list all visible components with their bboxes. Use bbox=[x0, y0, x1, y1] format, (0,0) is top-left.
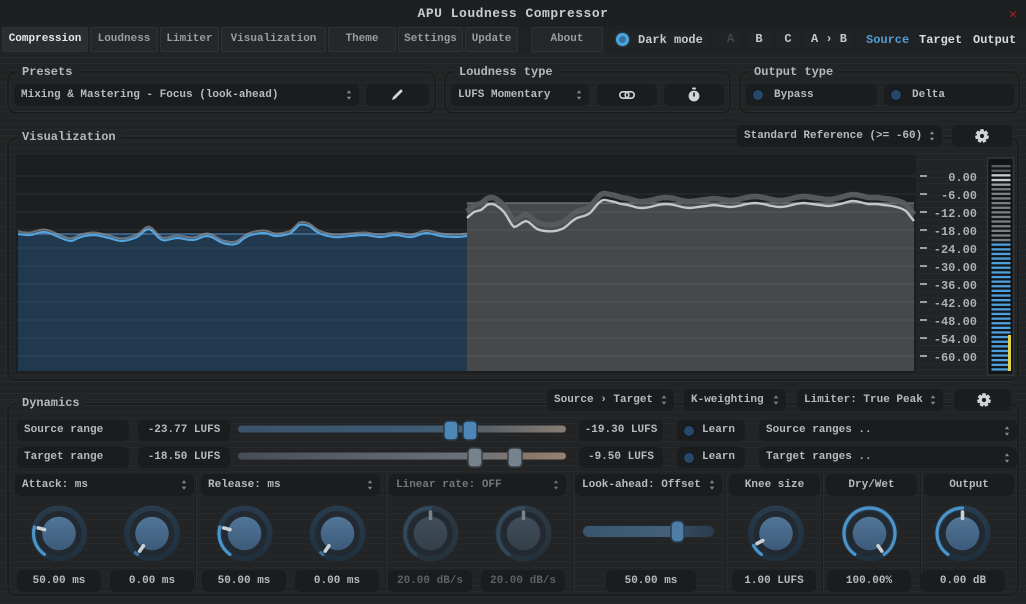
svg-text:-54.00: -54.00 bbox=[934, 333, 977, 347]
svg-text:0.00: 0.00 bbox=[948, 171, 977, 185]
svg-text:-24.00: -24.00 bbox=[934, 243, 977, 257]
svg-text:-18.00: -18.00 bbox=[934, 225, 977, 239]
svg-text:-60.00: -60.00 bbox=[934, 351, 977, 365]
svg-text:-48.00: -48.00 bbox=[934, 315, 977, 329]
svg-text:-30.00: -30.00 bbox=[934, 261, 977, 275]
svg-text:-36.00: -36.00 bbox=[934, 279, 977, 293]
svg-text:-6.00: -6.00 bbox=[941, 189, 977, 203]
svg-text:-42.00: -42.00 bbox=[934, 297, 977, 311]
svg-text:-12.00: -12.00 bbox=[934, 207, 977, 221]
